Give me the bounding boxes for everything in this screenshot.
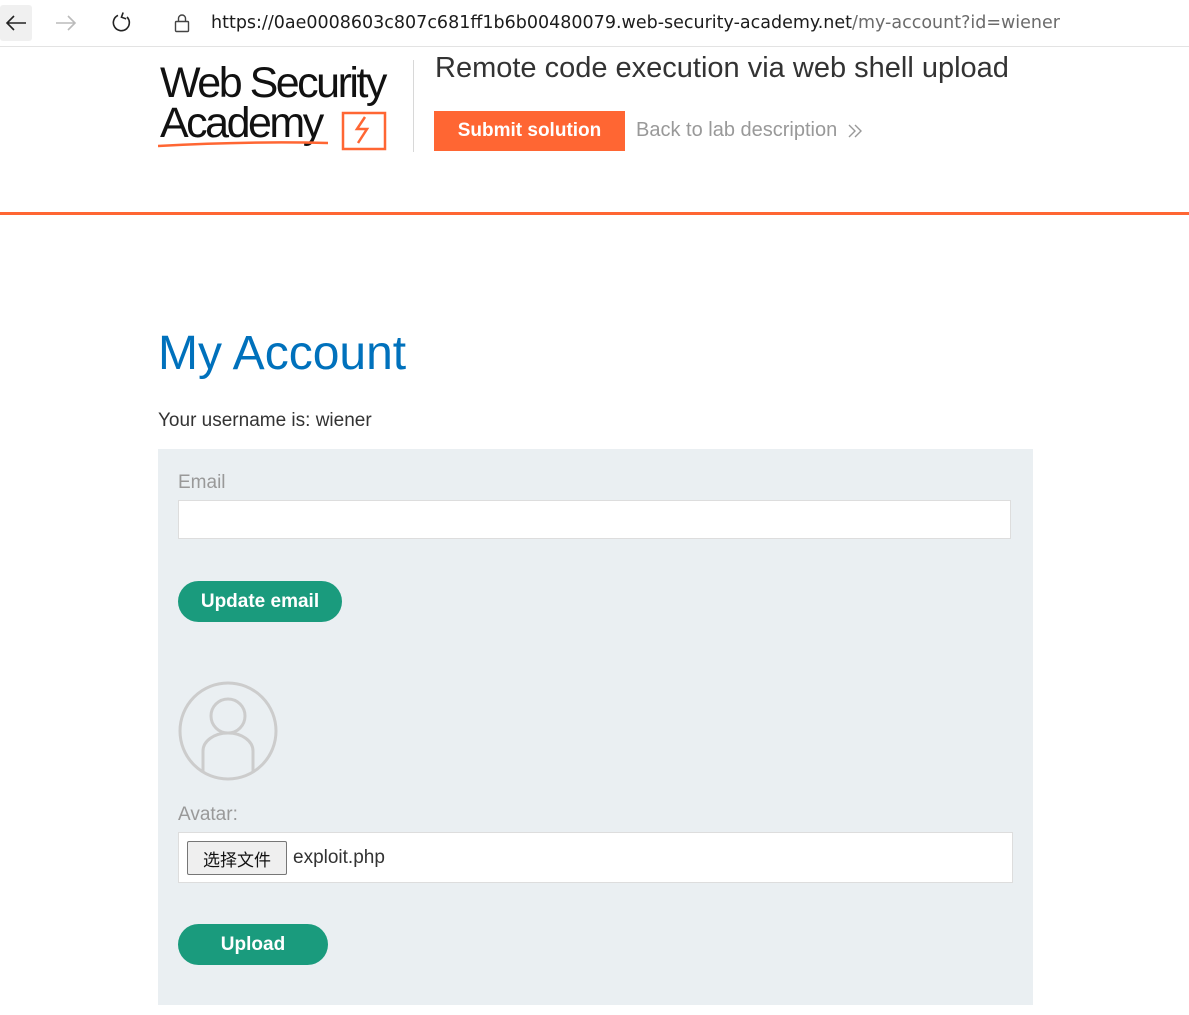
back-link-label: Back to lab description (636, 119, 838, 141)
address-bar[interactable]: https://0ae0008603c807c681ff1b6b00480079… (157, 5, 1189, 41)
email-label: Email (178, 472, 226, 493)
selected-file-name: exploit.php (293, 847, 385, 868)
url-path: /my-account?id=wiener (852, 13, 1060, 33)
url-text: https://0ae0008603c807c681ff1b6b00480079… (211, 13, 1060, 33)
reload-icon[interactable] (105, 5, 137, 41)
choose-file-button[interactable]: 选择文件 (187, 841, 287, 875)
username-text: Your username is: wiener (158, 410, 372, 431)
back-arrow-icon[interactable] (0, 5, 32, 41)
lock-icon (174, 13, 190, 38)
avatar-icon (178, 681, 278, 781)
account-panel: Email Update email Avatar: 选择文件 exploit.… (158, 449, 1033, 1005)
upload-button[interactable]: Upload (178, 924, 328, 965)
update-email-button[interactable]: Update email (178, 581, 342, 622)
forward-arrow-icon[interactable] (50, 5, 82, 41)
submit-solution-button[interactable]: Submit solution (434, 111, 625, 151)
email-field[interactable] (178, 500, 1011, 539)
avatar-label: Avatar: (178, 804, 238, 825)
lab-header: Web Security Academy Remote code executi… (0, 47, 1189, 215)
chevron-right-icon (848, 124, 863, 137)
web-security-academy-logo[interactable]: Web Security Academy (157, 57, 408, 152)
browser-toolbar: https://0ae0008603c807c681ff1b6b00480079… (0, 0, 1189, 47)
logo-line2: Academy (160, 99, 325, 147)
lab-title: Remote code execution via web shell uplo… (435, 52, 1009, 84)
page-title: My Account (158, 327, 407, 380)
avatar-file-input[interactable]: 选择文件 exploit.php (178, 832, 1013, 883)
back-to-lab-description-link[interactable]: Back to lab description (636, 119, 863, 142)
url-host: https://0ae0008603c807c681ff1b6b00480079… (211, 13, 853, 33)
header-divider (413, 60, 414, 152)
